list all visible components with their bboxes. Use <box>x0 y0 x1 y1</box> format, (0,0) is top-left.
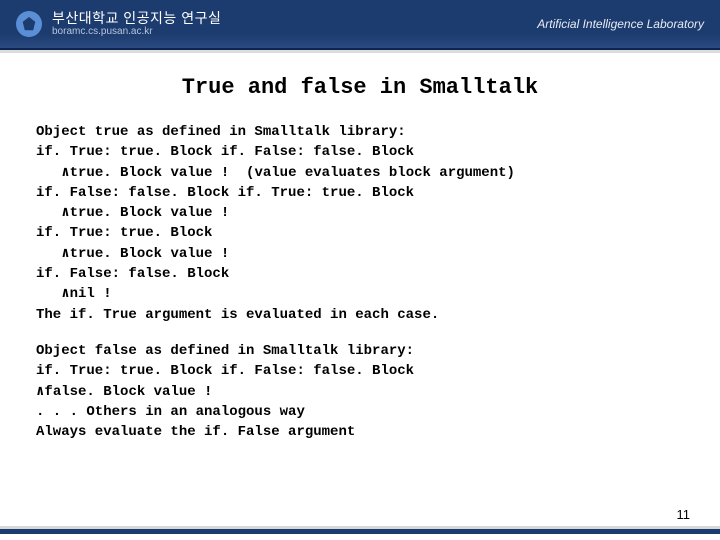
logo-icon <box>16 11 42 37</box>
header-left: 부산대학교 인공지능 연구실 boramc.cs.pusan.ac.kr <box>16 11 221 37</box>
slide-content: True and false in Smalltalk Object true … <box>0 53 720 442</box>
page-number: 11 <box>677 507 691 522</box>
code-block-true: Object true as defined in Smalltalk libr… <box>36 122 684 325</box>
logo-inner-shape <box>22 17 36 31</box>
slide-title: True and false in Smalltalk <box>36 75 684 100</box>
header-subtitle: boramc.cs.pusan.ac.kr <box>52 26 221 37</box>
header-title: 부산대학교 인공지능 연구실 <box>52 11 221 26</box>
footer-bar <box>0 526 720 534</box>
code-block-false: Object false as defined in Smalltalk lib… <box>36 341 684 442</box>
header-right-label: Artificial Intelligence Laboratory <box>537 17 704 31</box>
header-bar: 부산대학교 인공지능 연구실 boramc.cs.pusan.ac.kr Art… <box>0 0 720 50</box>
header-title-group: 부산대학교 인공지능 연구실 boramc.cs.pusan.ac.kr <box>52 11 221 37</box>
